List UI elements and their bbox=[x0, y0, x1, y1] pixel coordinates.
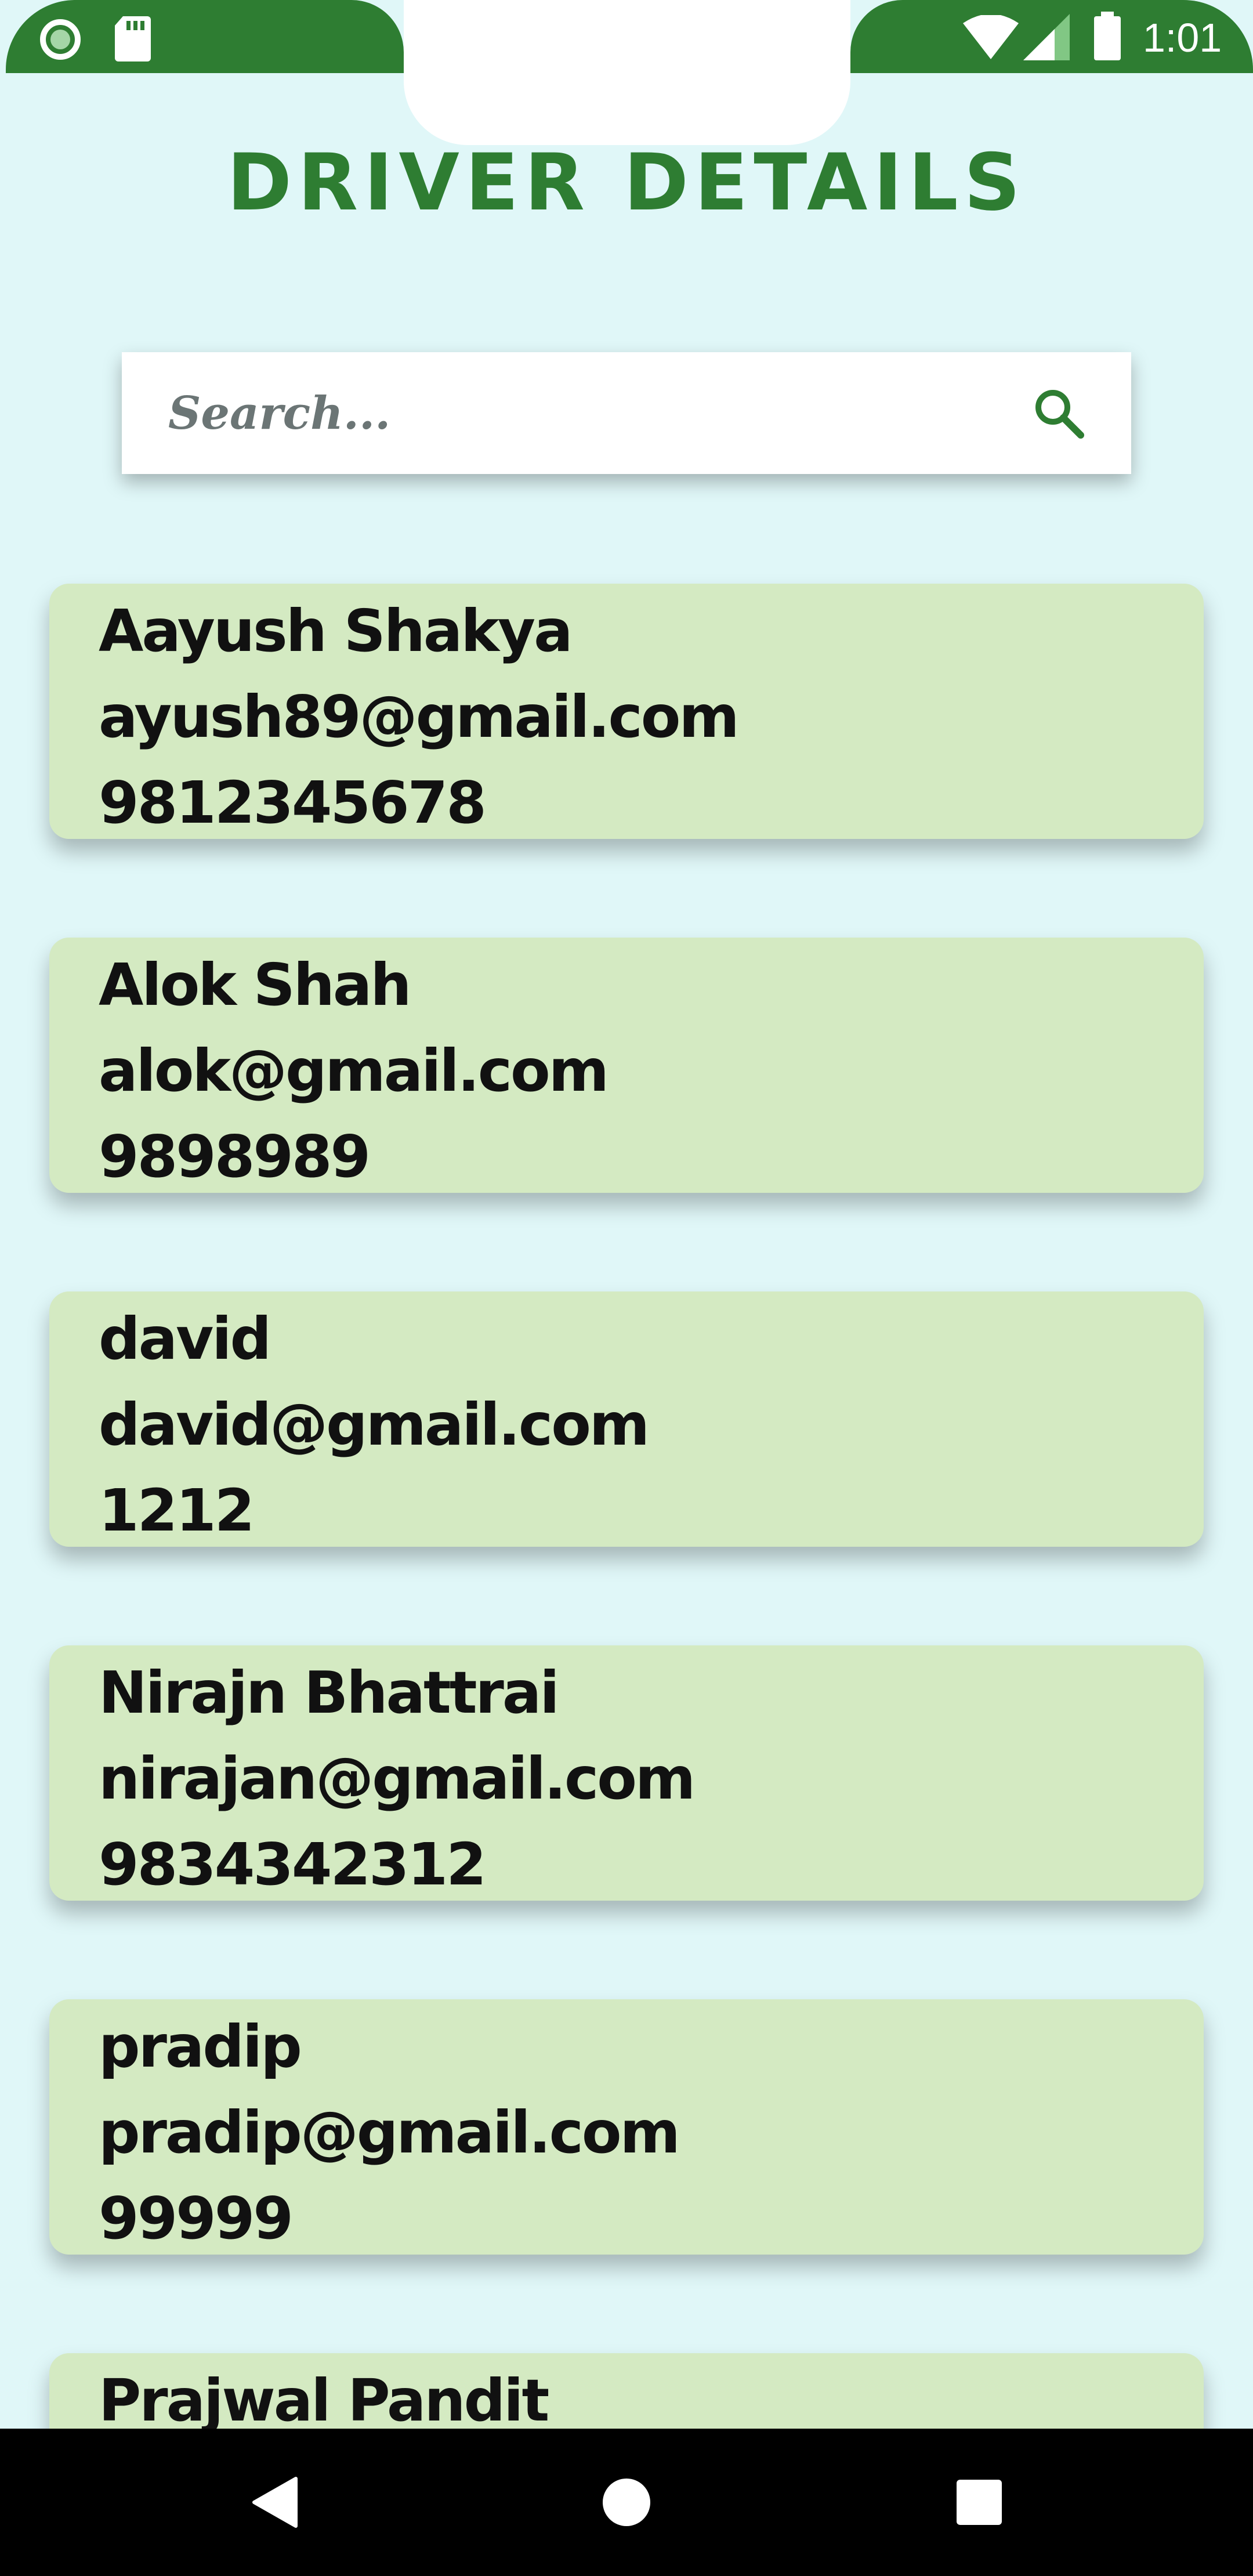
driver-email: ayush89@gmail.com bbox=[99, 683, 740, 751]
back-button[interactable] bbox=[217, 2429, 333, 2576]
driver-name: pradip bbox=[99, 2013, 302, 2081]
driver-email: alok@gmail.com bbox=[99, 1037, 609, 1105]
search-input[interactable] bbox=[168, 378, 1027, 448]
driver-phone: 1212 bbox=[99, 1477, 255, 1544]
recents-icon bbox=[957, 2480, 1002, 2525]
status-time: 1:01 bbox=[1143, 15, 1222, 60]
driver-card[interactable]: Nirajn Bhattrai nirajan@gmail.com 983434… bbox=[49, 1645, 1204, 1901]
driver-name: david bbox=[99, 1305, 271, 1373]
search-icon bbox=[1035, 390, 1084, 439]
driver-email: nirajan@gmail.com bbox=[99, 1745, 696, 1812]
navigation-bar bbox=[0, 2429, 1253, 2576]
driver-card[interactable]: pradip pradip@gmail.com 99999 bbox=[49, 1999, 1204, 2255]
home-icon bbox=[603, 2479, 650, 2526]
signal-icon bbox=[1023, 14, 1070, 60]
driver-card[interactable]: Aayush Shakya ayush89@gmail.com 98123456… bbox=[49, 584, 1204, 839]
page-title: DRIVER DETAILS bbox=[227, 137, 1026, 228]
status-bar-left bbox=[6, 0, 404, 73]
driver-card[interactable]: Prajwal Pandit bbox=[49, 2353, 1204, 2429]
driver-email: pradip@gmail.com bbox=[99, 2099, 680, 2166]
driver-card[interactable]: Alok Shah alok@gmail.com 9898989 bbox=[49, 938, 1204, 1193]
search-bar bbox=[122, 352, 1131, 474]
sd-card-icon bbox=[115, 16, 151, 61]
driver-name: Nirajn Bhattrai bbox=[99, 1659, 560, 1727]
driver-name: Alok Shah bbox=[99, 951, 412, 1019]
driver-name: Prajwal Pandit bbox=[99, 2367, 549, 2429]
driver-email: david@gmail.com bbox=[99, 1391, 650, 1459]
driver-name: Aayush Shakya bbox=[99, 597, 573, 665]
recents-button[interactable] bbox=[921, 2429, 1037, 2576]
back-icon bbox=[252, 2477, 298, 2528]
search-button[interactable] bbox=[1027, 381, 1091, 445]
display-notch bbox=[404, 0, 850, 145]
home-button[interactable] bbox=[568, 2429, 685, 2576]
driver-phone: 9812345678 bbox=[99, 769, 487, 837]
battery-icon bbox=[1094, 12, 1121, 60]
driver-phone: 9834342312 bbox=[99, 1830, 487, 1898]
circle-icon bbox=[40, 19, 81, 60]
driver-phone: 99999 bbox=[99, 2184, 294, 2252]
driver-card[interactable]: david david@gmail.com 1212 bbox=[49, 1291, 1204, 1547]
driver-phone: 9898989 bbox=[99, 1123, 371, 1191]
wifi-icon bbox=[963, 15, 1019, 59]
